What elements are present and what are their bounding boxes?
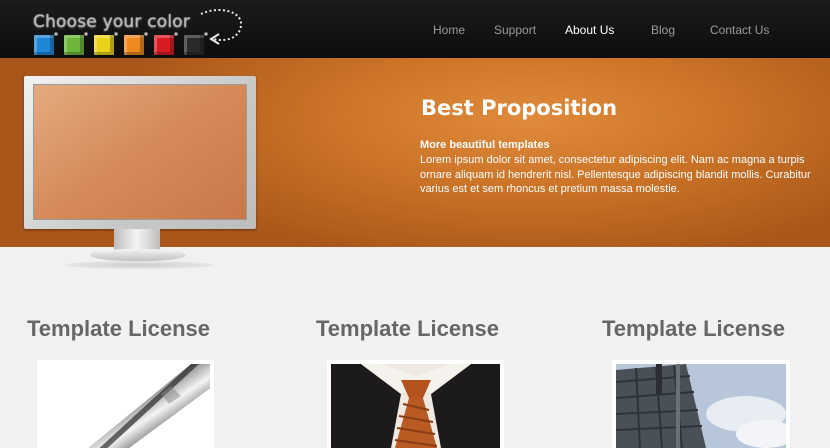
green-cube-icon [64,32,88,55]
site-header: Choose your color Home Support About Us … [0,0,830,58]
businessman-tie-image[interactable] [327,360,504,448]
nav-contact-us[interactable]: Contact Us [710,23,769,37]
nav-support[interactable]: Support [494,23,536,37]
yellow-cube-icon [94,32,118,55]
monitor-base [90,249,186,261]
monitor-frame [24,76,256,229]
column-1-title: Template License [27,316,210,341]
nav-about-us[interactable]: About Us [565,23,614,37]
column-3-title: Template License [602,316,785,341]
column-2-title: Template License [316,316,499,341]
monitor-screen [33,84,247,220]
red-cube-icon [154,32,178,55]
banner-title: Best Proposition [421,96,618,120]
monitor-image [24,76,256,276]
monitor-shadow [64,261,214,269]
building-icon [616,364,786,448]
banner-body: Lorem ipsum dolor sit amet, consectetur … [420,154,811,195]
curved-arrow-icon [200,9,243,45]
pen-closeup-image[interactable] [37,360,214,448]
building-sky-image[interactable] [612,360,790,448]
site-logo[interactable]: Choose your color [33,8,263,56]
nav-home[interactable]: Home [433,23,465,37]
logo-text: Choose your color [33,12,191,32]
pen-icon [88,364,210,448]
orange-cube-icon [124,32,148,55]
nav-blog[interactable]: Blog [651,23,675,37]
tie-icon [331,364,500,448]
monitor-stand [114,229,160,251]
blue-cube-icon [34,32,58,55]
banner-subtitle: More beautiful templates [420,139,550,151]
